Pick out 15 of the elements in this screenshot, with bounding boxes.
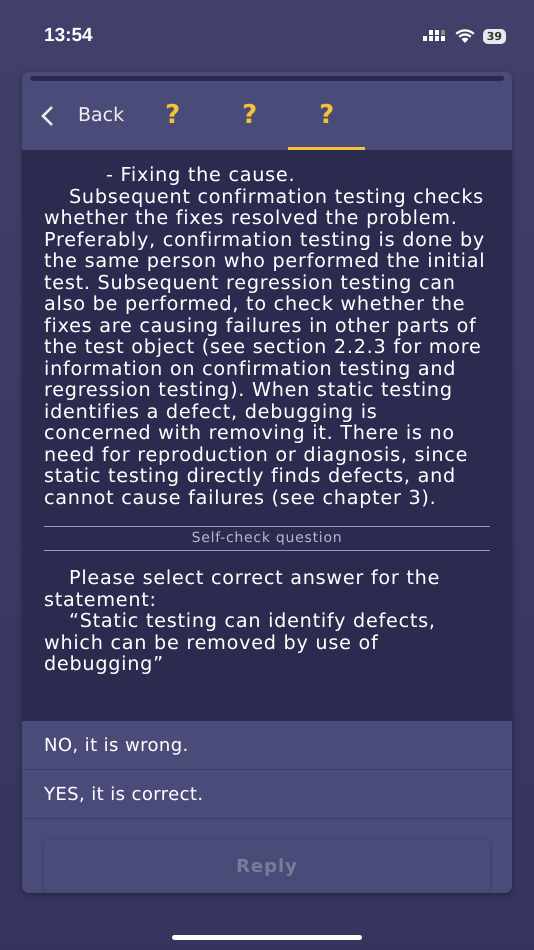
back-button[interactable]: Back: [30, 81, 134, 150]
list-item-text: - Fixing the cause.: [105, 164, 296, 186]
clock: 13:54: [44, 24, 93, 48]
question-tab[interactable]: ?: [134, 81, 212, 150]
answer-option[interactable]: YES, it is correct.: [22, 770, 512, 819]
question-tab[interactable]: ?: [211, 81, 288, 150]
section-title: Self-check question: [44, 526, 490, 551]
wifi-icon: [454, 29, 475, 43]
chevron-left-icon: [40, 104, 54, 126]
answer-option[interactable]: NO, it is wrong.: [22, 721, 512, 770]
question-text: Please select correct answer for the statement:: [44, 567, 442, 610]
paragraph: Subsequent confirmation testing checks whether the fixes resolved the problem. Preferably, confirmation testing is done by the same person who performed the initial test. Subsequent regression testing can also be performed, to check whether the fixes are causing failures in other parts of the test object (see section 2.2.3 for more information on confirmation testing and regression testing). When static testing identifies a defect, debugging is concerned with removing it. There is no need for reproduction or diagnosis, since static testing directly finds defects, and cannot cause failures (see chapter 3).: [44, 186, 486, 508]
question-text: “Static testing can identify defects, which can be removed by use of debugging”: [44, 610, 437, 674]
battery-level: 39: [482, 28, 506, 44]
signal-icon: [422, 30, 447, 42]
